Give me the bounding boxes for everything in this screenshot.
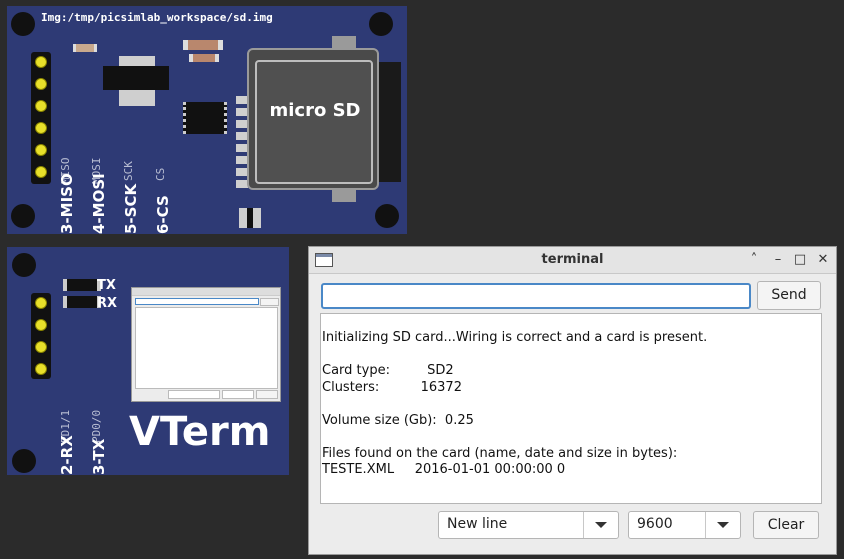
rx-label: RX: [97, 296, 118, 311]
pin-label-4-mosi: 4-MOSI: [90, 173, 108, 234]
rx-led: [63, 296, 101, 308]
socket-side: [379, 62, 401, 182]
clear-button[interactable]: Clear: [753, 511, 819, 539]
send-button[interactable]: Send: [757, 281, 821, 310]
output-line: Files found on the card (name, date and …: [322, 445, 682, 461]
pin-label-5-sck: 5-SCK: [122, 183, 140, 234]
resistor: [73, 44, 97, 52]
socket-tab: [332, 36, 356, 48]
send-input[interactable]: [321, 283, 751, 309]
sd-card-board: Img:/tmp/picsimlab_workspace/sd.img MISO…: [7, 6, 407, 234]
regulator-lead: [119, 90, 155, 106]
pin-header: [31, 293, 51, 379]
mount-hole: [11, 204, 35, 228]
baud-rate-select[interactable]: 9600: [628, 511, 741, 539]
ic-chip: [183, 102, 227, 134]
terminal-preview[interactable]: [131, 287, 281, 402]
minimize-icon[interactable]: –: [770, 251, 786, 269]
baud-rate-value: 9600: [637, 516, 673, 532]
preview-combo: [222, 390, 254, 399]
micro-sd-socket: micro SD: [247, 48, 379, 190]
output-line: Volume size (Gb): 0.25: [322, 412, 474, 428]
pin-label-sck: SCK: [122, 161, 135, 181]
maximize-icon[interactable]: □: [792, 251, 808, 269]
capacitor: [183, 40, 223, 50]
tx-label: TX: [97, 278, 116, 293]
pin-label-2-rx: 2-RX: [58, 435, 76, 475]
preview-titlebar: [132, 288, 280, 296]
preview-output: [135, 307, 278, 389]
pin[interactable]: [35, 166, 47, 178]
pin-label-6-cs: 6-CS: [154, 195, 172, 234]
output-line: Initializing SD card...Wiring is correct…: [322, 330, 708, 345]
line-ending-value: New line: [447, 516, 508, 532]
micro-sd-logo: micro SD: [269, 100, 361, 121]
pin[interactable]: [35, 341, 47, 353]
terminal-window: terminal ˄ – □ ✕ Send Initializing SD ca…: [308, 246, 837, 555]
mount-hole: [12, 449, 36, 473]
mount-hole: [375, 204, 399, 228]
smd-pad: [239, 208, 261, 228]
pin[interactable]: [35, 56, 47, 68]
pin[interactable]: [35, 319, 47, 331]
pin[interactable]: [35, 122, 47, 134]
regulator-tab: [119, 56, 155, 66]
vterm-title: VTerm: [129, 409, 271, 455]
preview-combo: [168, 390, 220, 399]
regulator-chip: [103, 66, 169, 90]
output-line: Clusters: 16372: [322, 379, 462, 395]
vterm-board: TX RX PD1/1 PD0/0 2-RX 3-TX VTerm: [7, 247, 289, 475]
mount-hole: [11, 12, 35, 36]
pin-label-cs: CS: [154, 167, 167, 181]
preview-input: [135, 298, 259, 305]
pin[interactable]: [35, 297, 47, 309]
image-path-label: Img:/tmp/picsimlab_workspace/sd.img: [41, 11, 273, 24]
close-icon[interactable]: ✕: [815, 251, 831, 269]
chevron-down-icon[interactable]: [705, 512, 740, 538]
pin[interactable]: [35, 78, 47, 90]
socket-tab: [332, 190, 356, 202]
pin-label-3-miso: 3-MISO: [58, 173, 76, 234]
pin[interactable]: [35, 363, 47, 375]
pin-label-3-tx: 3-TX: [90, 438, 108, 475]
chevron-down-icon[interactable]: [583, 512, 618, 538]
pin[interactable]: [35, 100, 47, 112]
micro-sd-card: [255, 60, 373, 184]
chevron-up-icon[interactable]: ˄: [746, 251, 762, 269]
mount-hole: [369, 12, 393, 36]
terminal-output[interactable]: Initializing SD card...Wiring is correct…: [320, 313, 822, 504]
output-line: TESTE.XML 2016-01-01 00:00:00 0: [322, 462, 566, 477]
pin-header: [31, 52, 51, 184]
capacitor: [189, 54, 219, 62]
tx-led: [63, 279, 101, 291]
preview-button: [260, 298, 279, 306]
line-ending-select[interactable]: New line: [438, 511, 619, 539]
titlebar: terminal ˄ – □ ✕: [309, 247, 836, 274]
output-line: Card type: SD2: [322, 363, 454, 378]
mount-hole: [12, 253, 36, 277]
pin[interactable]: [35, 144, 47, 156]
preview-button: [256, 390, 278, 399]
